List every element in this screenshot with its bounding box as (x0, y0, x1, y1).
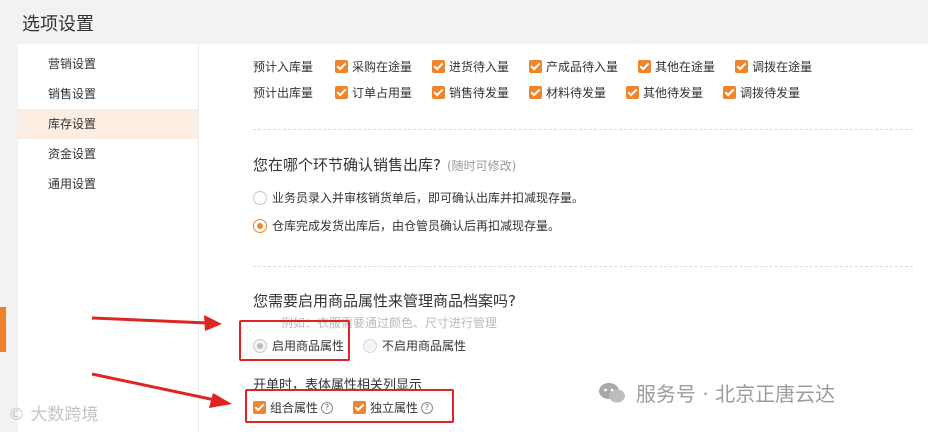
annotation-arrows (91, 315, 232, 408)
wechat-icon (599, 382, 625, 402)
watermark: 服务号 · 北京正唐云达 (598, 378, 835, 407)
watermark-left: © 大数跨境 (8, 405, 99, 425)
arrow-line-2 (91, 372, 216, 402)
watermark-logo-icon: © (8, 405, 25, 425)
arrow-line-1 (91, 316, 209, 325)
arrow-head-1 (204, 315, 222, 331)
arrow-head-2 (209, 393, 232, 408)
